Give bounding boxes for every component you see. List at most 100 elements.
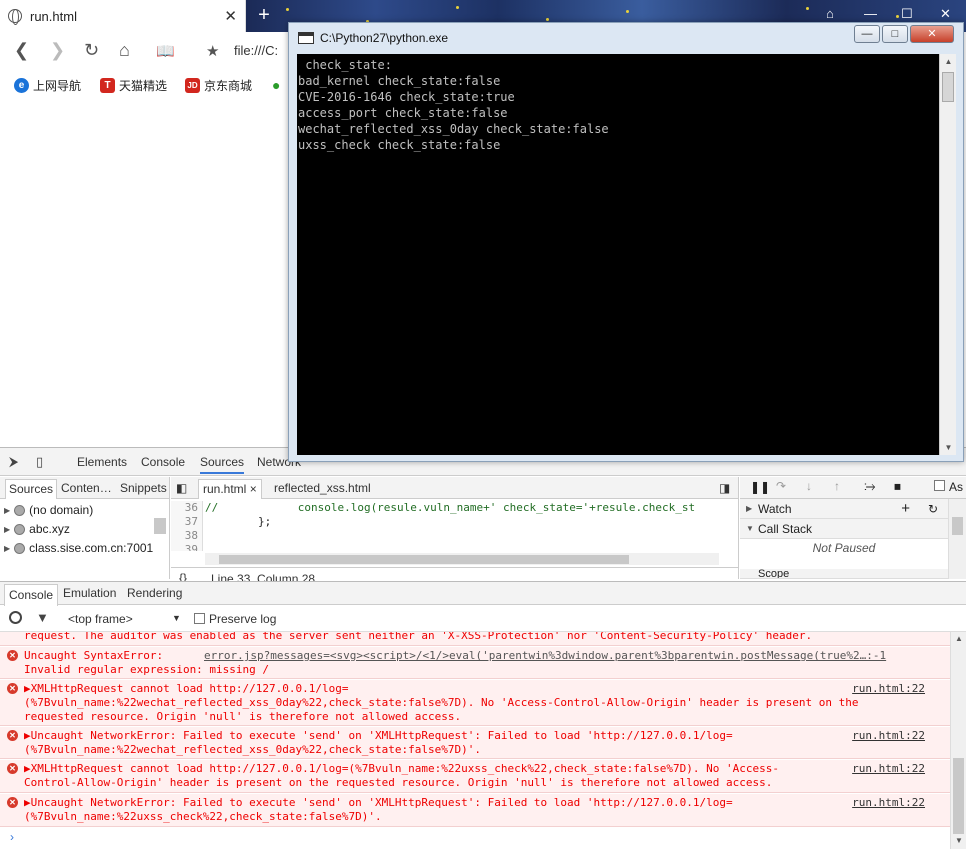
- error-icon: ✕: [7, 650, 18, 661]
- message-text: Invalid regular expression: missing /: [24, 663, 270, 676]
- message-text: (%7Bvuln_name:%22wechat_reflected_xss_0d…: [24, 696, 859, 709]
- message-source-link[interactable]: run.html:22: [852, 762, 925, 776]
- scroll-up-icon[interactable]: ▲: [951, 634, 966, 643]
- tab-snippets[interactable]: Snippets: [120, 481, 167, 495]
- call-stack-label: Call Stack: [758, 522, 813, 536]
- scope-section[interactable]: Scope: [740, 569, 948, 579]
- tab-content-scripts[interactable]: Conten…: [61, 481, 112, 495]
- console-message: ✕ Uncaught SyntaxError: Invalid regular …: [0, 647, 950, 679]
- python-minimize-button[interactable]: —: [854, 25, 880, 43]
- chevron-down-icon[interactable]: ▼: [172, 613, 181, 623]
- clear-console-icon[interactable]: [9, 611, 22, 624]
- console-message: ✕ ▶Uncaught NetworkError: Failed to exec…: [0, 794, 950, 827]
- close-icon[interactable]: ×: [250, 482, 257, 496]
- forward-icon[interactable]: ❯: [50, 40, 65, 61]
- minimize-button[interactable]: —: [864, 6, 877, 21]
- bookmark-item[interactable]: e 上网导航: [14, 77, 81, 94]
- step-over-icon[interactable]: ↷: [776, 479, 786, 493]
- editor-tab-run[interactable]: run.html ×: [198, 479, 262, 499]
- back-icon[interactable]: ❮: [14, 40, 29, 61]
- code-line[interactable]: };: [205, 515, 271, 528]
- star-icon[interactable]: ★: [206, 42, 219, 60]
- address-bar[interactable]: file:///C:: [234, 43, 278, 58]
- tree-item[interactable]: ▶ (no domain): [4, 503, 93, 517]
- watch-section[interactable]: ▶ Watch + ↻: [740, 499, 948, 519]
- scroll-thumb[interactable]: [219, 555, 629, 564]
- refresh-icon[interactable]: ↻: [928, 499, 938, 519]
- message-text[interactable]: ▶Uncaught NetworkError: Failed to execut…: [24, 729, 733, 743]
- editor-horizontal-scrollbar[interactable]: [205, 553, 719, 565]
- drawer-tab-emulation[interactable]: Emulation: [63, 586, 116, 600]
- scroll-up-icon[interactable]: ▲: [940, 57, 957, 66]
- drawer-tab-rendering[interactable]: Rendering: [127, 586, 182, 600]
- scroll-thumb[interactable]: [952, 517, 963, 535]
- tab-elements[interactable]: Elements: [77, 455, 127, 469]
- pause-icon[interactable]: ❚❚: [750, 480, 770, 494]
- python-console-scrollbar[interactable]: ▲ ▼: [939, 54, 956, 455]
- inspect-icon[interactable]: ⮞: [9, 454, 18, 470]
- close-window-button[interactable]: ✕: [940, 6, 951, 22]
- device-icon[interactable]: ▯: [36, 454, 43, 470]
- message-source-link[interactable]: run.html:22: [852, 729, 925, 743]
- navigator-tabs: Sources Conten… Snippets: [0, 477, 169, 499]
- reader-icon[interactable]: 📖: [156, 42, 175, 60]
- bookmark-item[interactable]: T 天猫精选: [100, 77, 167, 94]
- error-icon: ✕: [7, 730, 18, 741]
- devtools-panel: ⮞ ▯ Elements Console Sources Network Sou…: [0, 447, 966, 849]
- message-text[interactable]: ▶Uncaught NetworkError: Failed to execut…: [24, 796, 733, 810]
- tab-sources-nav[interactable]: Sources: [5, 479, 58, 499]
- game-icon[interactable]: ●: [272, 77, 280, 93]
- navigator-scrollbar[interactable]: [154, 518, 166, 534]
- browser-tab-run[interactable]: run.html ✕: [0, 0, 246, 32]
- sidebar-scrollbar[interactable]: [948, 499, 966, 579]
- console-scrollbar[interactable]: ▲ ▼: [950, 632, 966, 849]
- python-maximize-button[interactable]: □: [882, 25, 908, 43]
- tab-close-icon[interactable]: ✕: [224, 7, 237, 25]
- console-prompt[interactable]: ›: [10, 830, 14, 844]
- scroll-thumb[interactable]: [953, 758, 964, 834]
- scroll-down-icon[interactable]: ▼: [940, 443, 957, 452]
- new-tab-button[interactable]: +: [250, 2, 278, 30]
- code-line[interactable]: // console.log(resule.vuln_name+' check_…: [205, 501, 695, 514]
- pause-exceptions-icon[interactable]: ⏹: [894, 478, 901, 495]
- message-source-link[interactable]: error.jsp?messages=<svg><script>/<1/>eva…: [204, 649, 886, 663]
- tree-item[interactable]: ▶ class.sise.com.cn:7001: [4, 541, 153, 555]
- call-stack-section[interactable]: ▼ Call Stack: [740, 519, 948, 539]
- tree-item[interactable]: ▶ abc.xyz: [4, 522, 70, 536]
- message-text[interactable]: ▶XMLHttpRequest cannot load http://127.0…: [24, 762, 779, 776]
- reload-icon[interactable]: ↻: [84, 40, 99, 61]
- skin-icon[interactable]: ⌂: [826, 6, 834, 21]
- add-watch-icon[interactable]: +: [901, 499, 910, 519]
- toggle-debugger-icon[interactable]: ◨: [719, 481, 730, 495]
- filter-icon[interactable]: ▼: [36, 610, 49, 625]
- tab-console[interactable]: Console: [141, 455, 185, 469]
- scroll-thumb[interactable]: [942, 72, 954, 102]
- home-icon[interactable]: ⌂: [119, 40, 130, 61]
- console-message: ✕ ▶Uncaught NetworkError: Failed to exec…: [0, 727, 950, 759]
- message-source-link[interactable]: run.html:22: [852, 796, 925, 810]
- async-checkbox[interactable]: [934, 480, 945, 491]
- preserve-log-checkbox[interactable]: [194, 613, 205, 624]
- message-text: (%7Bvuln_name:%22wechat_reflected_xss_0d…: [24, 743, 481, 756]
- step-out-icon[interactable]: ↑: [834, 479, 840, 493]
- python-close-button[interactable]: ✕: [910, 25, 954, 43]
- editor-tabs: ◧ run.html × reflected_xss.html ◨: [171, 477, 738, 499]
- watch-label: Watch: [758, 502, 792, 516]
- scroll-down-icon[interactable]: ▼: [951, 836, 966, 845]
- step-into-icon[interactable]: ↓: [806, 479, 812, 493]
- tab-sources[interactable]: Sources: [200, 455, 245, 474]
- message-text[interactable]: ▶XMLHttpRequest cannot load http://127.0…: [24, 682, 349, 696]
- deactivate-breakpoints-icon[interactable]: ⧴: [864, 479, 875, 494]
- scope-label: Scope: [758, 569, 790, 579]
- frame-selector[interactable]: <top frame>: [68, 612, 133, 626]
- message-source-link[interactable]: run.html:22: [852, 682, 925, 696]
- python-window-titlebar[interactable]: C:\Python27\python.exe — □ ✕: [289, 23, 963, 53]
- python-console-output[interactable]: check_state: bad_kernel check_state:fals…: [297, 54, 956, 455]
- console-app-icon: [298, 32, 314, 44]
- maximize-button[interactable]: ☐: [901, 6, 913, 22]
- editor-tab-reflected[interactable]: reflected_xss.html: [274, 481, 371, 495]
- python-console-window: C:\Python27\python.exe — □ ✕ check_state…: [288, 22, 964, 462]
- toggle-navigator-icon[interactable]: ◧: [176, 481, 187, 495]
- bookmark-item[interactable]: JD 京东商城: [185, 77, 252, 94]
- drawer-tab-console[interactable]: Console: [4, 584, 59, 606]
